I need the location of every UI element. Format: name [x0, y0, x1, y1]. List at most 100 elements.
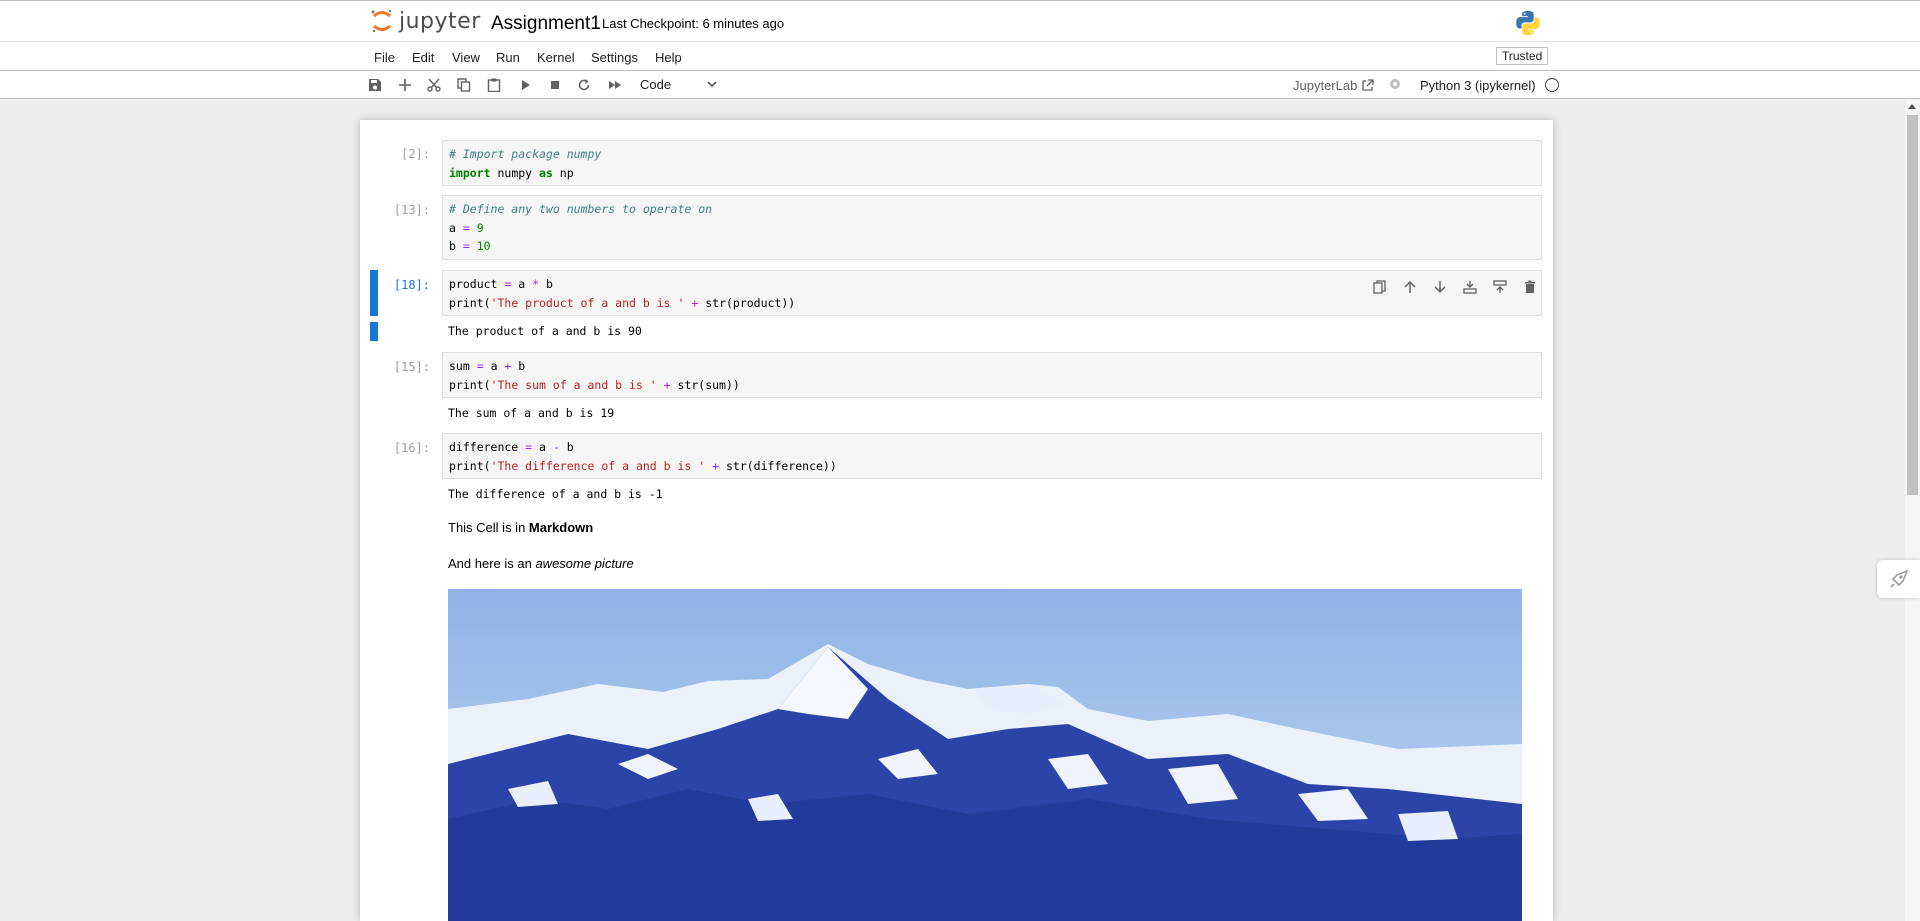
jupyterlab-label: JupyterLab [1293, 78, 1358, 93]
code-line: import numpy as np [449, 164, 1535, 183]
cut-icon[interactable] [425, 76, 443, 94]
code-token: = [462, 220, 470, 235]
code-line: sum = a + b [449, 357, 1535, 376]
jupyter-logo-icon [371, 9, 392, 33]
code-token: numpy [490, 165, 540, 180]
code-token: b [559, 440, 574, 454]
scroll-thumb[interactable] [1907, 115, 1918, 495]
menu-help[interactable]: Help [655, 50, 682, 65]
code-token: 9 [476, 220, 484, 235]
markdown-line: This Cell is in Markdown [448, 520, 593, 535]
menu-kernel[interactable]: Kernel [537, 50, 575, 65]
markdown-line: And here is an awesome picture [448, 556, 634, 571]
restart-icon[interactable] [575, 76, 593, 94]
cell-output: The product of a and b is 90 [448, 324, 642, 338]
external-link-icon [1362, 79, 1374, 91]
chevron-down-icon [707, 81, 717, 88]
python-logo-icon [1516, 11, 1540, 35]
code-token: print( [449, 295, 491, 310]
code-line: difference = a - b [449, 438, 1535, 457]
code-token: str(product)) [698, 295, 796, 310]
notebook-panel: [2]: # Import package numpy import numpy … [360, 120, 1553, 921]
menu-view[interactable]: View [452, 50, 480, 65]
code-token: difference [449, 440, 526, 454]
code-token: print( [449, 377, 491, 392]
code-token: b [539, 277, 553, 291]
logo-text: jupyter [399, 8, 481, 34]
mountain-picture [448, 589, 1522, 921]
code-token: # Define any two numbers to operate on [449, 202, 713, 216]
code-token: * [532, 277, 540, 291]
code-token: a [483, 359, 505, 373]
code-token: str(sum)) [670, 377, 740, 392]
menu-settings[interactable]: Settings [591, 50, 638, 65]
code-token: a [532, 440, 553, 454]
notebook-title[interactable]: Assignment1 [491, 13, 601, 35]
cell-prompt: [2]: [401, 147, 430, 161]
menu-file[interactable]: File [374, 50, 395, 65]
code-line: # Define any two numbers to operate on [449, 200, 1535, 219]
stop-icon[interactable] [546, 76, 564, 94]
code-token: 'The sum of a and b is ' [490, 377, 657, 392]
cell-prompt: [15]: [393, 360, 430, 374]
insert-above-icon[interactable] [1461, 278, 1479, 296]
delete-icon[interactable] [1521, 278, 1539, 296]
kernel-status-icon [1545, 78, 1559, 92]
run-icon[interactable] [516, 76, 534, 94]
scroll-up-icon[interactable] [1908, 104, 1916, 109]
rocket-icon [1889, 569, 1908, 588]
markdown-italic: awesome picture [535, 556, 634, 571]
code-cell-input[interactable]: # Define any two numbers to operate on a … [442, 195, 1542, 260]
cell-toolbar [1371, 278, 1539, 296]
code-token: product [449, 277, 505, 291]
code-token: sum [449, 359, 477, 373]
kernel-name[interactable]: Python 3 (ipykernel) [1420, 78, 1536, 93]
code-cell-input[interactable]: difference = a - b print('The difference … [442, 433, 1542, 479]
insert-below-icon[interactable] [1491, 278, 1509, 296]
code-token: b [449, 239, 463, 253]
code-token: a [449, 220, 463, 235]
code-token: 10 [476, 239, 491, 253]
markdown-text: And here is an [448, 556, 536, 571]
open-jupyterlab-link[interactable]: JupyterLab [1293, 78, 1374, 93]
menu-run[interactable]: Run [496, 50, 520, 65]
fast-forward-icon[interactable] [606, 76, 624, 94]
cell-type-select[interactable]: Code [640, 77, 722, 94]
copy-icon[interactable] [455, 76, 473, 94]
code-token: # Import package numpy [449, 147, 602, 161]
notebook-toolbar: Code JupyterLab Python 3 (ipykernel) [0, 71, 1920, 99]
save-icon[interactable] [366, 76, 384, 94]
cell-output: The sum of a and b is 19 [448, 406, 615, 420]
menu-edit[interactable]: Edit [412, 50, 434, 65]
output-collapser[interactable] [370, 322, 378, 341]
move-up-icon[interactable] [1401, 278, 1419, 296]
duplicate-icon[interactable] [1371, 278, 1389, 296]
cell-prompt: [16]: [393, 441, 430, 455]
code-line: b = 10 [449, 237, 1535, 256]
code-token: = [476, 359, 484, 373]
add-icon[interactable] [396, 76, 414, 94]
code-cell-input[interactable]: # Import package numpy import numpy as np [442, 140, 1542, 186]
code-token: b [511, 359, 526, 373]
jupyter-logo[interactable]: jupyter [371, 8, 481, 34]
code-token: as [539, 165, 553, 180]
paste-icon[interactable] [485, 76, 503, 94]
trusted-indicator[interactable]: Trusted [1496, 47, 1549, 65]
cell-output: The difference of a and b is -1 [448, 487, 663, 501]
code-token: import [449, 165, 491, 180]
cell-type-value: Code [640, 77, 672, 92]
active-cell-indicator[interactable] [370, 270, 378, 316]
vertical-scrollbar[interactable] [1905, 100, 1920, 921]
gear-icon [1390, 79, 1400, 89]
cell-prompt: [13]: [393, 203, 430, 217]
move-down-icon[interactable] [1431, 278, 1449, 296]
markdown-text: This Cell is in [448, 520, 529, 535]
code-token: 'The product of a and b is ' [490, 295, 685, 310]
code-cell-input[interactable]: sum = a + b print('The sum of a and b is … [442, 352, 1542, 398]
code-line: print('The difference of a and b is ' + … [449, 457, 1535, 476]
menu-bar: File Edit View Run Kernel Settings Help … [0, 42, 1920, 71]
rocket-launcher-button[interactable] [1877, 560, 1920, 598]
